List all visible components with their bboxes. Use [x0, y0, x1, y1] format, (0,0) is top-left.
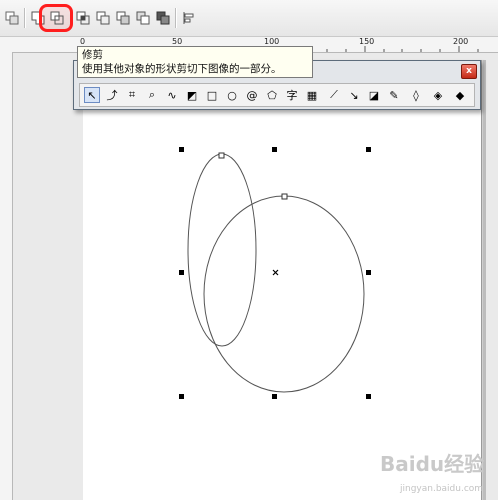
- pick-tool-icon[interactable]: ↖: [84, 87, 100, 103]
- selection-handle[interactable]: [179, 270, 184, 275]
- watermark-url: jingyan.baidu.com: [400, 484, 484, 494]
- center-mark[interactable]: [272, 269, 279, 276]
- zoom-tool-icon[interactable]: ⌕: [144, 87, 160, 103]
- eyedropper-tool-icon[interactable]: ✎: [386, 87, 402, 103]
- ellipse-tool-icon[interactable]: ○: [224, 87, 240, 103]
- spiral-tool-icon[interactable]: @: [244, 87, 260, 103]
- selection-handle[interactable]: [272, 394, 277, 399]
- selection-handle[interactable]: [272, 147, 277, 152]
- close-icon[interactable]: x: [461, 64, 477, 79]
- tall-ellipse[interactable]: [187, 153, 257, 347]
- selection-handle[interactable]: [179, 147, 184, 152]
- crop-tool-icon[interactable]: ⌗: [124, 87, 140, 103]
- round-ellipse[interactable]: [203, 195, 365, 393]
- fill-tool-icon[interactable]: ◈: [430, 87, 446, 103]
- selection-handle[interactable]: [179, 394, 184, 399]
- blend-tool-icon[interactable]: ◪: [366, 87, 382, 103]
- connector-tool-icon[interactable]: ↘: [346, 87, 362, 103]
- trim-tooltip: 修剪 使用其他对象的形状剪切下图像的一部分。: [77, 46, 313, 78]
- toolbox-tools: ↖ ⤴ ⌗ ⌕ ∿ ◩ □ ○ @ ⬠ 字 ▦ ⟋ ↘ ◪ ✎ ◊ ◈ ◆: [79, 83, 475, 107]
- dimension-tool-icon[interactable]: ⟋: [326, 87, 342, 103]
- basic-shapes-tool-icon[interactable]: ⬠: [264, 87, 280, 103]
- shape-tool-icon[interactable]: ⤴: [104, 87, 120, 103]
- tooltip-title: 修剪: [82, 49, 103, 61]
- smart-fill-tool-icon[interactable]: ◩: [184, 87, 200, 103]
- node-handle[interactable]: [281, 193, 288, 200]
- node-handle[interactable]: [218, 152, 225, 159]
- selection-handle[interactable]: [366, 270, 371, 275]
- text-tool-icon[interactable]: 字: [284, 87, 300, 103]
- table-tool-icon[interactable]: ▦: [304, 87, 320, 103]
- watermark-logo: Baidu经验: [380, 452, 485, 476]
- selection-handle[interactable]: [366, 147, 371, 152]
- freehand-tool-icon[interactable]: ∿: [164, 87, 180, 103]
- selection-handle[interactable]: [366, 394, 371, 399]
- outline-tool-icon[interactable]: ◊: [408, 87, 424, 103]
- tooltip-description: 使用其他对象的形状剪切下图像的一部分。: [82, 63, 282, 75]
- interactive-fill-tool-icon[interactable]: ◆: [452, 87, 468, 103]
- rectangle-tool-icon[interactable]: □: [204, 87, 220, 103]
